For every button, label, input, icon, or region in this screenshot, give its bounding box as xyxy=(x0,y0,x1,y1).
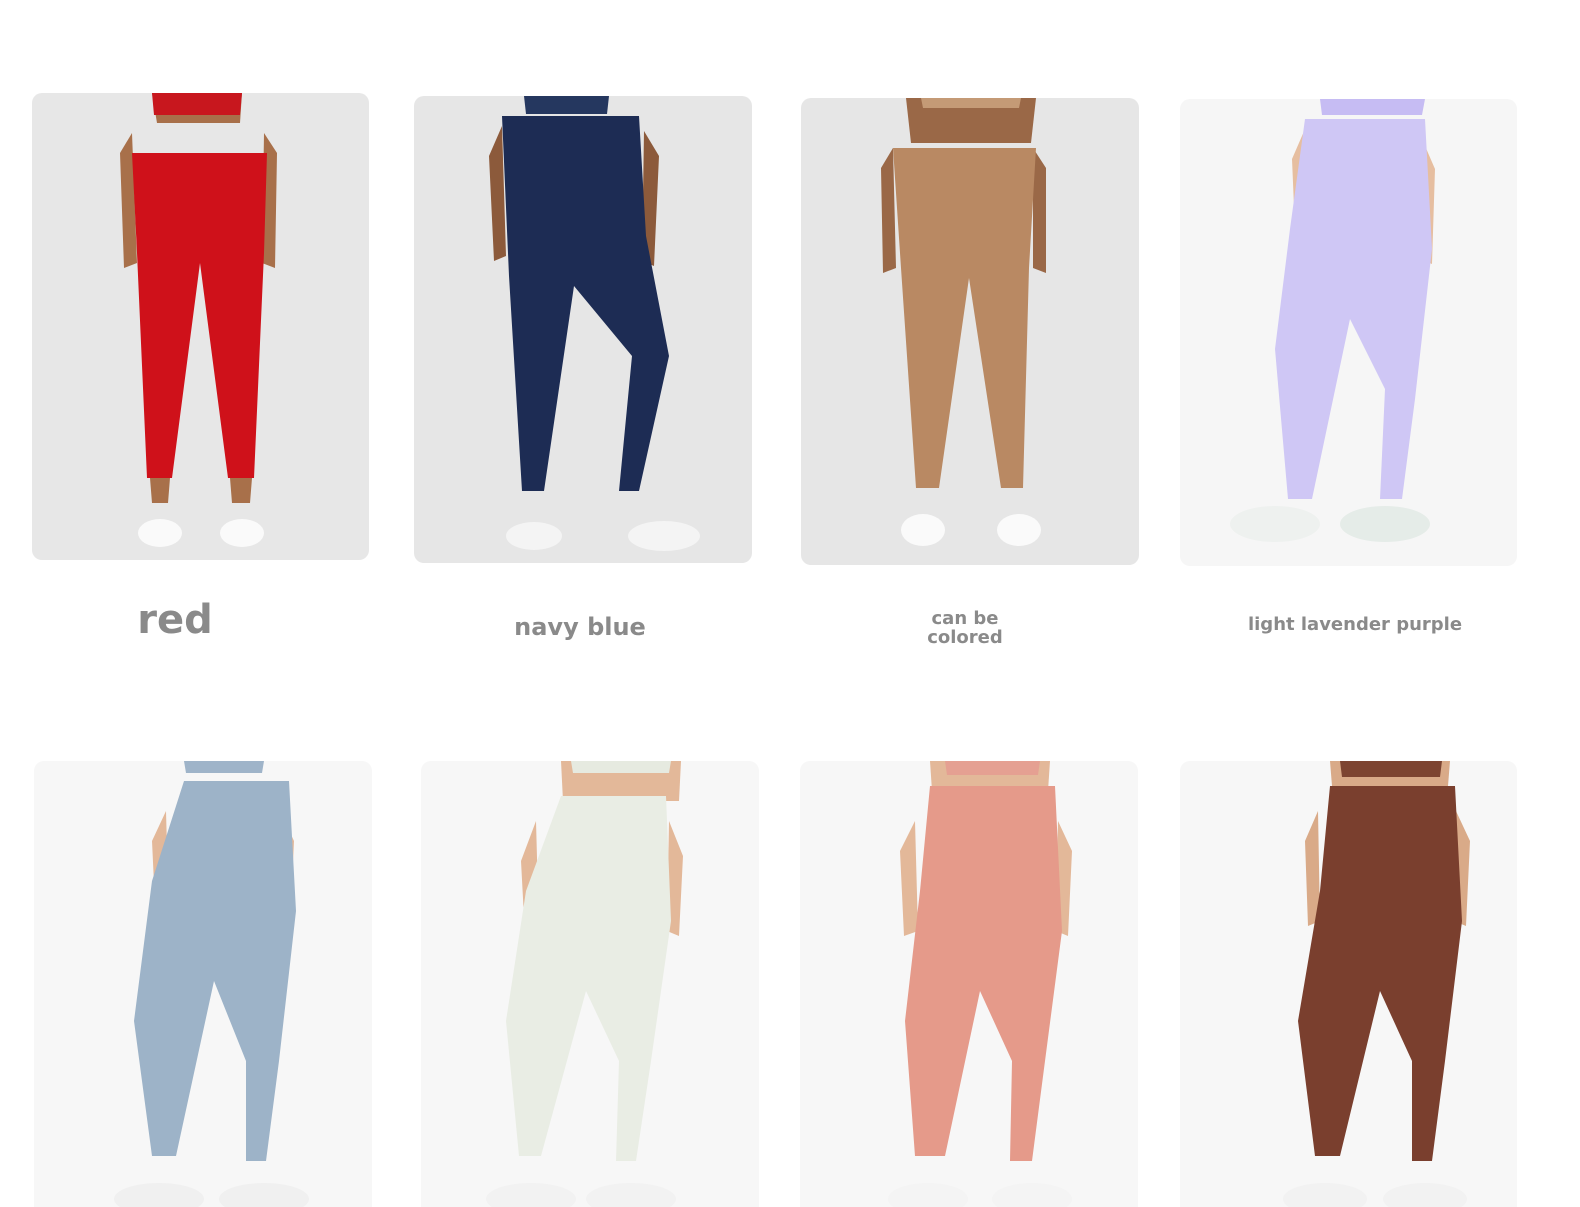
product-image-tan[interactable] xyxy=(801,98,1139,565)
model-tan-leggings-icon xyxy=(801,98,1139,565)
model-navy-leggings-icon xyxy=(414,96,752,563)
model-brown-leggings-icon xyxy=(1180,761,1517,1207)
product-image-light-lavender-purple[interactable] xyxy=(1180,99,1517,566)
color-label-light-lavender-purple: light lavender purple xyxy=(1247,614,1463,635)
product-image-red[interactable] xyxy=(32,93,369,560)
model-red-leggings-icon xyxy=(32,93,369,560)
product-image-blue-gray[interactable] xyxy=(34,761,372,1207)
product-image-ivory[interactable] xyxy=(421,761,759,1207)
model-blue-gray-leggings-icon xyxy=(34,761,372,1207)
color-label-red: red xyxy=(137,597,213,643)
color-label-can-be-colored: can be colored xyxy=(927,608,1003,648)
model-lavender-leggings-icon xyxy=(1180,99,1517,566)
product-image-pink[interactable] xyxy=(800,761,1138,1207)
model-pink-leggings-icon xyxy=(800,761,1138,1207)
product-image-navy-blue[interactable] xyxy=(414,96,752,563)
product-image-brown[interactable] xyxy=(1180,761,1517,1207)
color-label-navy-blue: navy blue xyxy=(514,613,646,641)
model-ivory-leggings-icon xyxy=(421,761,759,1207)
